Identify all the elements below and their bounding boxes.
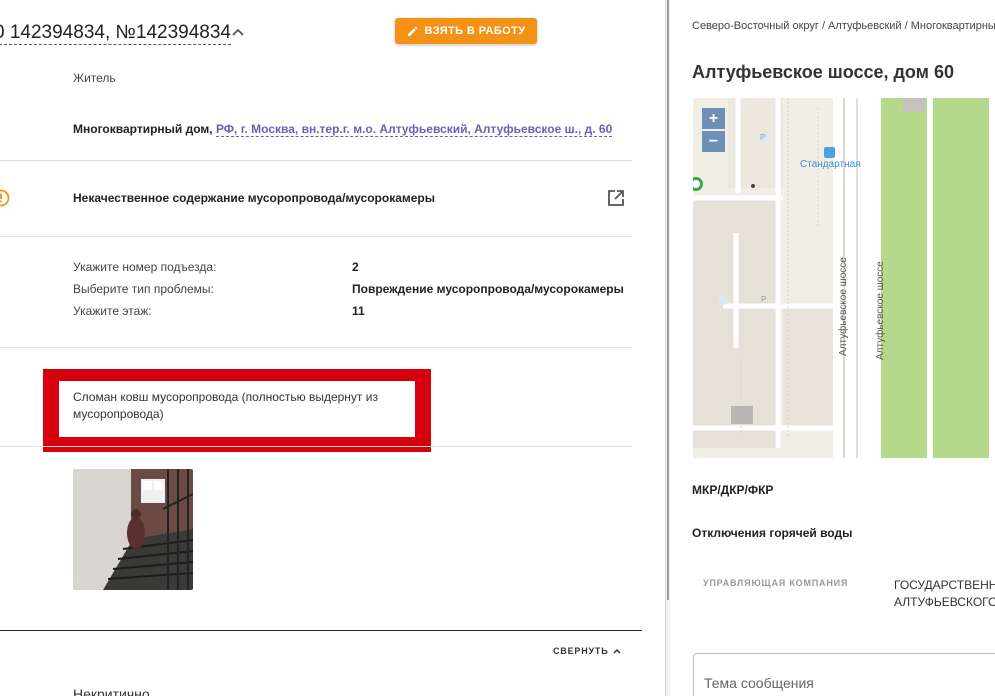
management-company-line: ГОСУДАРСТВЕННОЕ <box>894 578 995 592</box>
detail-label: Укажите этаж: <box>73 304 152 318</box>
collapse-label: СВЕРНУТЬ <box>553 646 609 656</box>
take-to-work-button[interactable]: ВЗЯТЬ В РАБОТУ <box>395 18 537 44</box>
detail-value: Повреждение мусоропровода/мусорокамеры <box>352 282 624 296</box>
object-kind: Многоквартирный дом, <box>73 122 213 136</box>
management-company-line: АЛТУФЬЕВСКОГО <box>894 595 995 609</box>
request-panel: 0 142394834, №142394834 ВЗЯТЬ В РАБОТУ Ж… <box>0 0 665 696</box>
warning-icon <box>0 189 10 207</box>
street-label: Алтуфьевское шоссе <box>875 261 886 360</box>
street-label: Алтуфьевское шоссе <box>838 257 849 356</box>
attached-photo[interactable] <box>73 469 193 590</box>
section-hot-water-title: Отключения горячей воды <box>692 526 853 540</box>
description-text: Сломан ковш мусоропровода (полностью выд… <box>59 381 415 437</box>
category-name: Некачественное содержание мусоропровода/… <box>73 191 435 205</box>
chevron-up-icon[interactable] <box>229 24 247 42</box>
detail-label: Выберите тип проблемы: <box>73 282 214 296</box>
object-line: Многоквартирный дом, РФ, г. Москва, вн.т… <box>73 122 613 137</box>
scrollbar[interactable] <box>667 0 669 600</box>
object-info-panel: Северо-Восточный округ / Алтуфьевский / … <box>670 0 995 696</box>
zoom-out-button[interactable]: − <box>702 131 725 152</box>
divider <box>0 446 632 447</box>
bus-stop-label: Стандартная <box>800 159 861 170</box>
detail-label: Укажите номер подъезда: <box>73 260 217 274</box>
map[interactable]: + − Стандартная P P Алтуфьевское шоссе А… <box>693 98 995 458</box>
section-mkr-title: МКР/ДКР/ФКР <box>692 483 774 497</box>
divider <box>0 236 632 237</box>
section-separator <box>0 630 642 631</box>
collapse-button[interactable]: СВЕРНУТЬ <box>553 646 622 656</box>
applicant-type: Житель <box>73 71 116 85</box>
take-to-work-label: ВЗЯТЬ В РАБОТУ <box>424 25 526 37</box>
detail-value: 11 <box>352 304 365 318</box>
external-link-icon[interactable] <box>606 188 626 208</box>
priority-label: Некритично <box>73 686 150 696</box>
page-title: Алтуфьевское шоссе, дом 60 <box>692 62 955 82</box>
management-company-label: УПРАВЛЯЮЩАЯ КОМПАНИЯ <box>703 578 849 588</box>
object-address-link[interactable]: РФ, г. Москва, вн.тер.г. м.о. Алтуфьевск… <box>215 122 613 137</box>
stairwell-photo-image <box>73 469 193 590</box>
pencil-icon <box>407 26 417 36</box>
parking-label: P <box>761 295 767 304</box>
chevron-up-icon <box>613 648 622 654</box>
zoom-in-button[interactable]: + <box>702 108 725 129</box>
management-company-value: ГОСУДАРСТВЕННОЕ АЛТУФЬЕВСКОГО <box>894 577 995 611</box>
breadcrumb: Северо-Восточный округ / Алтуфьевский / … <box>692 20 995 32</box>
highlight-frame: Сломан ковш мусоропровода (полностью выд… <box>43 369 431 452</box>
message-subject-input[interactable] <box>693 653 995 696</box>
request-title[interactable]: 0 142394834, №142394834 <box>0 22 231 45</box>
divider <box>0 160 632 161</box>
divider <box>0 347 632 348</box>
detail-value: 2 <box>352 260 359 274</box>
parking-label: P <box>760 133 766 142</box>
